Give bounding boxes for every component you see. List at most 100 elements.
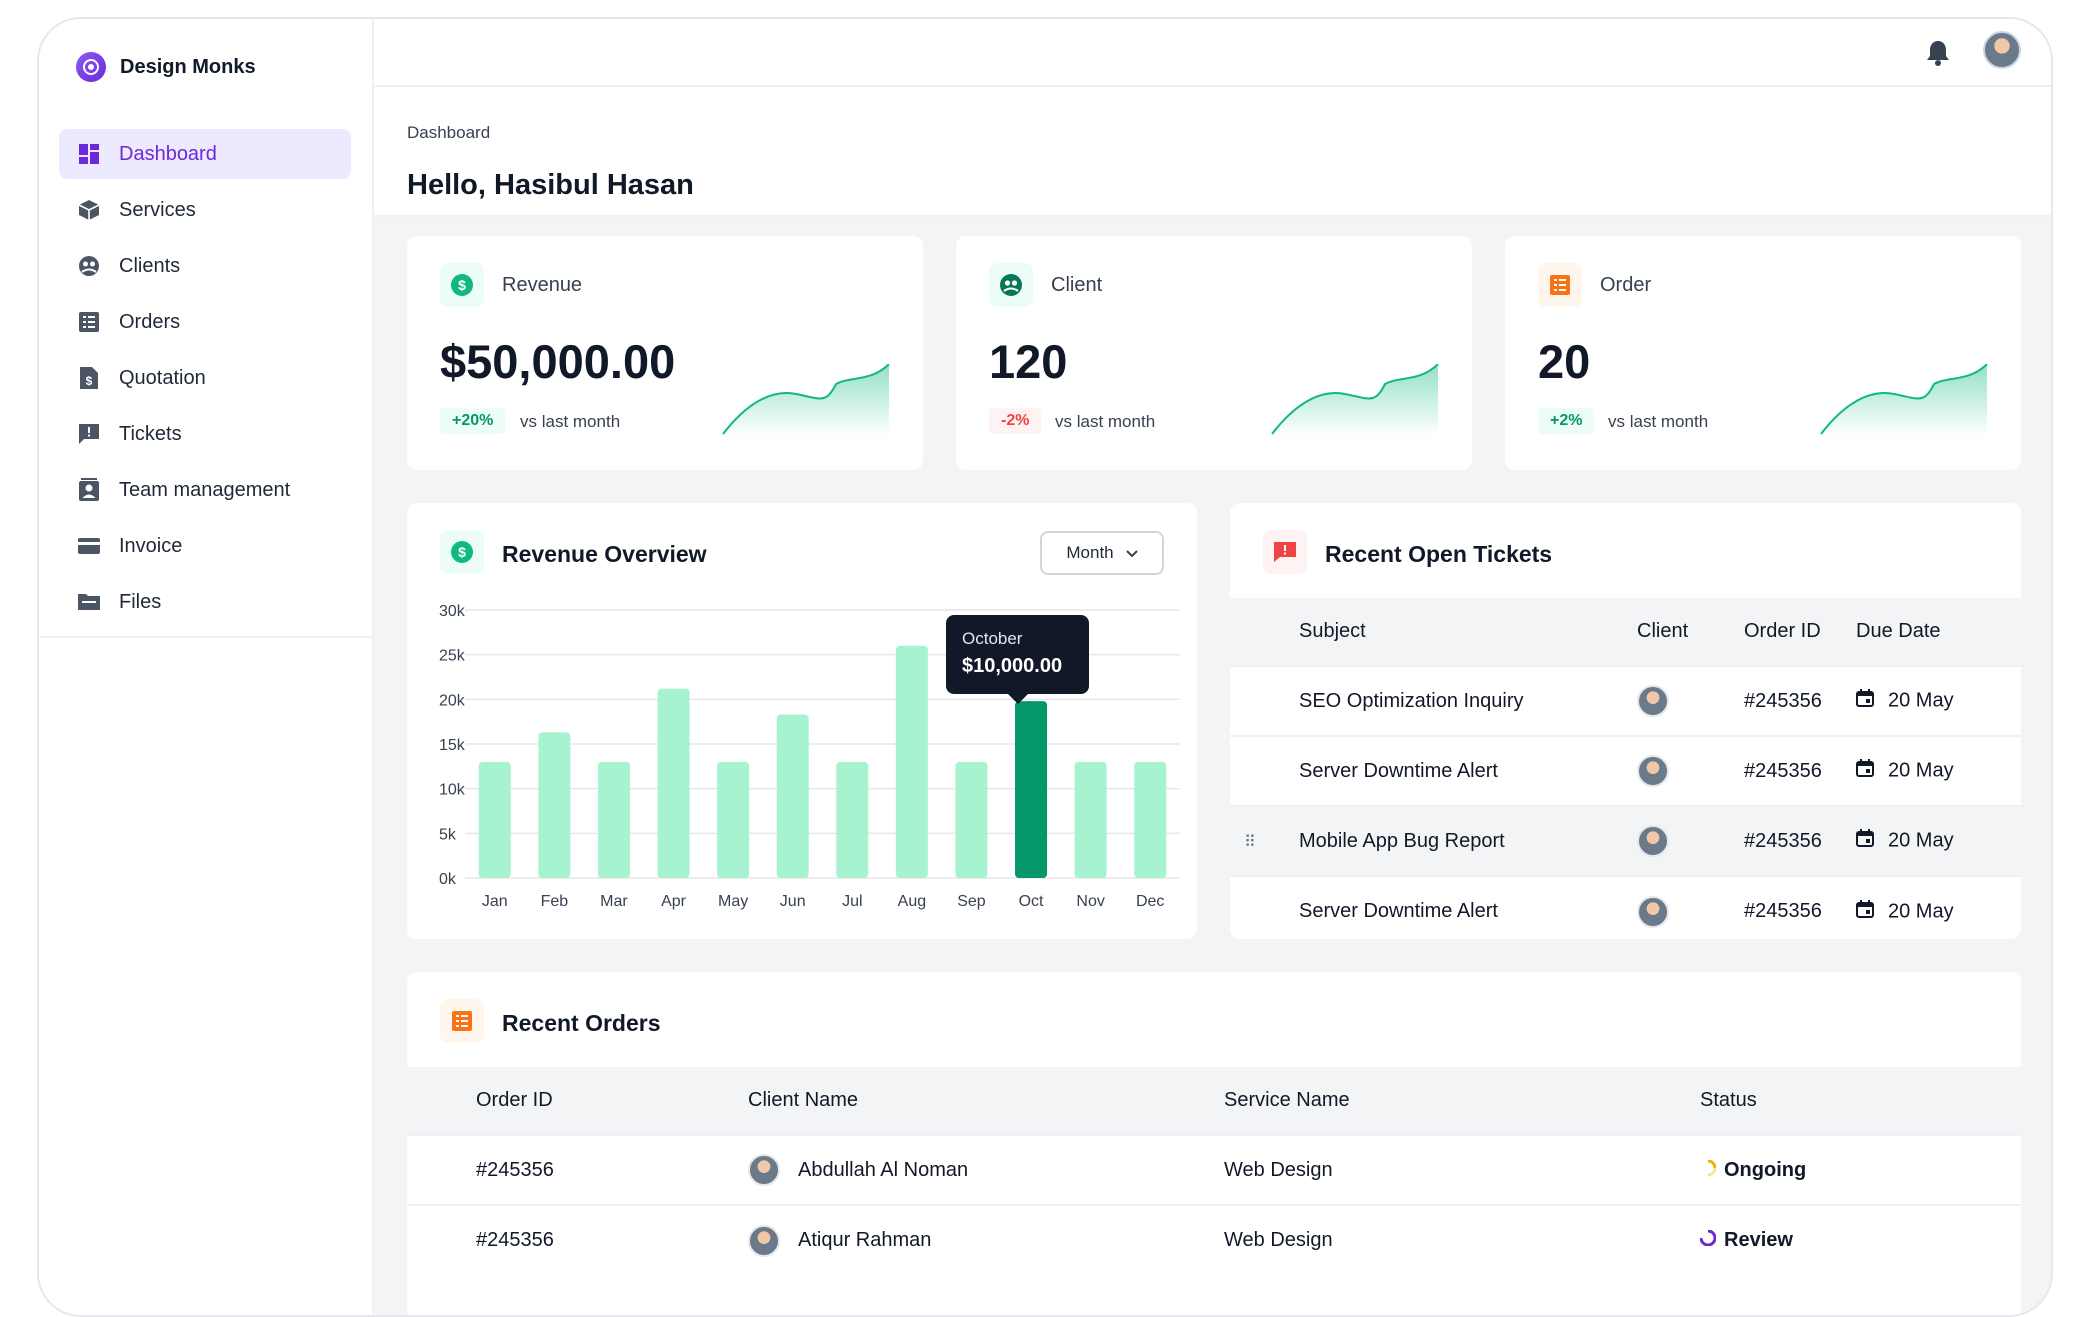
table-row[interactable]: #245356 Atiqur Rahman Web Design Review [407, 1204, 2021, 1275]
clients-icon [77, 254, 101, 278]
table-row[interactable]: #245356 Abdullah Al Noman Web Design Ongoin… [407, 1134, 2021, 1205]
x-tick-label: Jun [780, 893, 806, 910]
y-tick-label: 10k [439, 782, 466, 799]
sidebar-item-label: Team management [119, 478, 291, 501]
ticket-due-date: 20 May [1888, 899, 1954, 922]
sidebar-item-label: Invoice [119, 534, 183, 557]
bar-jul[interactable] [836, 761, 869, 878]
client-avatar [1637, 685, 1669, 717]
x-tick-label: Aug [898, 893, 926, 910]
sidebar-item-dashboard[interactable]: Dashboard [59, 129, 351, 179]
table-row[interactable]: SEO Optimization Inquiry #245356 20 May [1230, 665, 2021, 736]
stat-change-badge: -2% [989, 408, 1042, 434]
list-icon [1538, 263, 1582, 307]
sidebar-item-label: Clients [119, 254, 181, 277]
table-row[interactable]: Server Downtime Alert #245356 20 May [1230, 735, 2021, 806]
chart-tooltip: October $10,000.00 [946, 615, 1089, 704]
sidebar-item-label: Tickets [119, 422, 182, 445]
table-row[interactable]: ⠿ Mobile App Bug Report #245356 20 May [1230, 805, 2021, 876]
bar-dec[interactable] [1134, 761, 1167, 878]
list-icon [440, 999, 484, 1043]
sidebar-item-invoice[interactable]: Invoice [59, 521, 351, 571]
bar-jun[interactable] [776, 714, 809, 878]
breadcrumb[interactable]: Dashboard [407, 123, 490, 143]
bell-icon[interactable] [1925, 39, 1951, 67]
tickets-table: Subject Client Order ID Due Date SEO Opt… [1230, 598, 2021, 939]
stat-value: $50,000.00 [440, 335, 676, 388]
bar-jan[interactable] [478, 761, 511, 878]
user-avatar[interactable] [1983, 31, 2021, 69]
column-header[interactable]: Order ID [476, 1067, 748, 1135]
client-avatar [748, 1224, 780, 1257]
order-id: #245356 [476, 1204, 748, 1275]
y-tick-label: 5k [439, 826, 457, 843]
stat-value: 120 [989, 335, 1068, 388]
bar-apr[interactable] [657, 688, 690, 878]
column-header[interactable]: Subject [1299, 598, 1637, 666]
bar-aug[interactable] [895, 645, 928, 878]
bar-sep[interactable] [955, 761, 988, 878]
sidebar-item-team-management[interactable]: Team management [59, 465, 351, 515]
calendar-icon [1856, 899, 1874, 924]
bar-may[interactable] [717, 761, 750, 878]
clients-icon [989, 263, 1033, 307]
table-row[interactable]: Server Downtime Alert #245356 20 May [1230, 875, 2021, 939]
column-header[interactable]: Order ID [1744, 598, 1856, 666]
ongoing-status-icon [1700, 1159, 1717, 1182]
status-badge: Ongoing [1700, 1159, 2021, 1182]
drag-handle-icon[interactable]: ⠿ [1244, 834, 1256, 851]
x-tick-label: Mar [600, 893, 628, 910]
period-select[interactable]: Month [1040, 531, 1164, 575]
table-header-row: Subject Client Order ID Due Date [1230, 598, 2021, 666]
bar-oct[interactable] [1015, 701, 1048, 878]
ticket-chat-icon [77, 422, 101, 446]
sidebar-item-clients[interactable]: Clients [59, 241, 351, 291]
ticket-subject: Mobile App Bug Report [1299, 805, 1637, 876]
column-header[interactable]: Service Name [1224, 1067, 1700, 1135]
client-name: Abdullah Al Noman [798, 1158, 969, 1181]
period-select-value: Month [1066, 543, 1114, 562]
alert-ticket-icon [1263, 530, 1307, 574]
recent-orders-card: Recent Orders Order ID Client Name Servi… [407, 972, 2021, 1315]
app-window: Design Monks Dashboard Services Clients [37, 17, 2053, 1317]
brand-name: Design Monks [120, 55, 256, 78]
x-tick-label: Apr [661, 893, 687, 910]
svg-text:$: $ [458, 277, 466, 293]
review-status-icon [1699, 1229, 1717, 1252]
sidebar-item-quotation[interactable]: $ Quotation [59, 353, 351, 403]
ticket-subject: Server Downtime Alert [1299, 735, 1637, 806]
sidebar-item-orders[interactable]: Orders [59, 297, 351, 347]
bar-feb[interactable] [538, 732, 571, 878]
y-tick-label: 20k [439, 692, 466, 709]
chevron-down-icon [1125, 543, 1138, 563]
document-dollar-icon: $ [77, 366, 101, 390]
sidebar-item-files[interactable]: Files [59, 577, 351, 627]
bar-mar[interactable] [597, 761, 630, 878]
ticket-subject: Server Downtime Alert [1299, 875, 1637, 939]
stat-label: Revenue [502, 274, 583, 296]
orders-title: Recent Orders [502, 1010, 661, 1036]
orders-table: Order ID Client Name Service Name Status… [407, 1067, 2021, 1275]
cube-icon [77, 198, 101, 222]
sidebar-item-services[interactable]: Services [59, 185, 351, 235]
bar-nov[interactable] [1074, 761, 1107, 878]
y-tick-label: 0k [439, 871, 457, 888]
sidebar-item-tickets[interactable]: Tickets [59, 409, 351, 459]
calendar-icon [1856, 759, 1874, 783]
x-tick-label: Jul [842, 893, 862, 910]
y-tick-label: 30k [439, 603, 466, 620]
sidebar-item-label: Orders [119, 310, 181, 333]
column-header[interactable]: Due Date [1856, 598, 2021, 666]
stat-compare-text: vs last month [1055, 412, 1156, 431]
brand[interactable]: Design Monks [76, 52, 256, 82]
stat-change-badge: +20% [440, 408, 506, 434]
tickets-title: Recent Open Tickets [1325, 541, 1553, 567]
column-header[interactable]: Client [1637, 598, 1744, 666]
column-header[interactable]: Status [1700, 1067, 2021, 1135]
y-tick-label: 25k [439, 648, 466, 665]
stat-change-badge: +2% [1538, 408, 1595, 434]
column-header[interactable]: Client Name [748, 1067, 1224, 1135]
client-avatar [748, 1154, 780, 1186]
brand-logo-icon [76, 52, 106, 82]
x-tick-label: Sep [957, 893, 986, 910]
